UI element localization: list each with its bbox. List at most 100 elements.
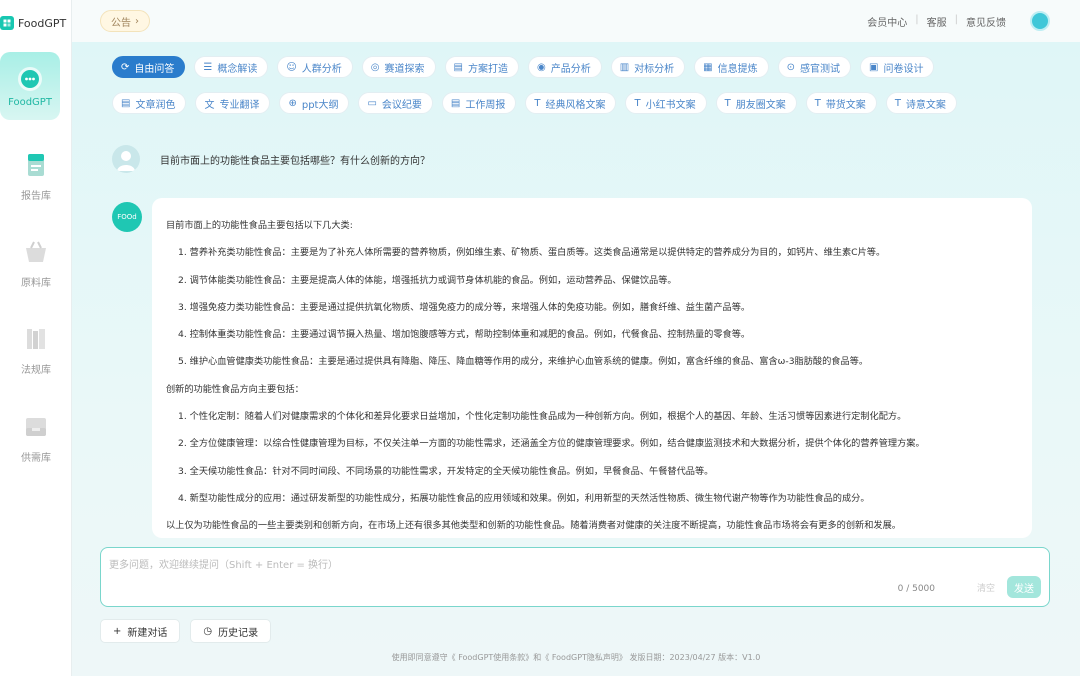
divider: |	[915, 14, 919, 25]
user-avatar[interactable]	[1030, 11, 1050, 31]
char-counter: 0 / 5000	[897, 584, 935, 594]
sidebar-item-ingredients[interactable]: 原料库	[0, 238, 72, 289]
sidebar-item-regulations[interactable]: 法规库	[0, 325, 72, 376]
divider: |	[954, 14, 958, 25]
tab-benchmark[interactable]: ▥ 对标分析	[610, 56, 686, 78]
tab-ppt[interactable]: ⊕ ppt大纲	[279, 92, 350, 114]
sidebar-item-supply[interactable]: 供需库	[0, 413, 72, 464]
sidebar-item-label: 供需库	[21, 453, 51, 464]
compass-icon: ◎	[370, 61, 380, 73]
report-icon: ▤	[450, 97, 461, 109]
people-icon: ☺	[286, 61, 297, 73]
clear-button[interactable]: 清空	[977, 581, 995, 594]
tab-plan[interactable]: ▤ 方案打造	[444, 56, 519, 78]
tab-label: 方案打造	[467, 63, 508, 75]
answer-line: 1. 营养补充类功能性食品：主要是为了补充人体所需要的营养物质，例如维生素、矿物…	[178, 247, 886, 259]
text-icon: T	[634, 97, 641, 109]
tab-label: 感官测试	[800, 63, 841, 75]
form-icon: ▣	[869, 61, 879, 73]
history-button[interactable]: ◷ 历史记录	[190, 619, 272, 643]
tab-polish[interactable]: ▤ 文章润色	[112, 92, 187, 114]
sidebar-item-label: 原料库	[21, 278, 51, 289]
footer-terms[interactable]: 使用即同意遵守《 FoodGPT使用条款》和《 FoodGPT隐私声明》 发版日…	[72, 652, 1080, 663]
message-icon: ▭	[367, 97, 377, 109]
answer-line: 目前市面上的功能性食品主要包括以下几大类:	[166, 220, 353, 231]
tab-label: 自由问答	[134, 63, 175, 75]
sidebar: FoodGPT FoodGPT 报告库 原料库 法规库 供需库	[0, 0, 72, 676]
input-placeholder: 更多问题，欢迎继续提问（Shift + Enter = 换行）	[109, 560, 339, 571]
tab-product[interactable]: ◉ 产品分析	[527, 56, 602, 78]
function-tabs-row-1: ⟳ 自由问答 ☰ 概念解读 ☺ 人群分析 ◎ 赛道探索 ▤ 方案打造 ◉ 产品分析 ▥ 对标分…	[112, 56, 935, 78]
target-icon: ◉	[536, 61, 546, 73]
answer-line: 以上仅为功能性食品的一些主要类别和创新方向，在市场上还有很多其他类型和创新的功能…	[166, 520, 901, 532]
tab-label: 带货文案	[825, 99, 866, 111]
answer-line: 4. 控制体重类功能性食品：主要通过调节摄入热量、增加饱腹感等方式，帮助控制体重…	[178, 329, 751, 341]
tab-track[interactable]: ◎ 赛道探索	[361, 56, 436, 78]
tab-translate[interactable]: 文专业翻译	[195, 92, 271, 114]
notice-button[interactable]: 公告 ›	[100, 10, 150, 32]
chart-icon: ▥	[619, 61, 630, 73]
tab-label: 会议纪要	[381, 99, 422, 111]
globe-icon: ⊕	[288, 97, 297, 109]
tab-classic-copy[interactable]: T 经典风格文案	[525, 92, 617, 114]
tab-label: 人群分析	[301, 63, 342, 75]
tab-label: 朋友圈文案	[735, 99, 786, 111]
tab-concept[interactable]: ☰ 概念解读	[194, 56, 269, 78]
feedback-link[interactable]: 意见反馈	[966, 14, 1006, 29]
button-label: 新建对话	[127, 627, 168, 639]
tab-label: 专业翻译	[219, 99, 260, 111]
grid-icon: ▦	[703, 61, 713, 73]
report-icon	[28, 154, 44, 176]
location-icon: ⊙	[786, 61, 796, 73]
tab-survey[interactable]: ▣ 问卷设计	[860, 56, 935, 78]
send-button[interactable]: 发送	[1007, 576, 1041, 598]
inbox-icon	[26, 418, 46, 436]
tab-label: 文章润色	[135, 99, 176, 111]
new-chat-button[interactable]: + 新建对话	[100, 619, 181, 643]
button-label: 历史记录	[218, 627, 259, 639]
tab-moments-copy[interactable]: T 朋友圈文案	[715, 92, 797, 114]
text-icon: T	[724, 97, 731, 109]
translate-icon: 文	[204, 99, 215, 111]
sidebar-item-label: 法规库	[21, 365, 51, 376]
tab-xhs-copy[interactable]: T 小红书文案	[625, 92, 707, 114]
tab-label: 工作周报	[465, 99, 506, 111]
tab-weekly[interactable]: ▤ 工作周报	[441, 92, 517, 114]
action-buttons: + 新建对话 ◷ 历史记录	[100, 619, 272, 643]
tab-sales-copy[interactable]: T 带货文案	[805, 92, 877, 114]
tab-crowd[interactable]: ☺ 人群分析	[277, 56, 353, 78]
bot-avatar: FOOd	[112, 202, 142, 232]
tab-label: ppt大纲	[301, 99, 339, 111]
function-tabs-row-2: ▤ 文章润色 文专业翻译 ⊕ ppt大纲 ▭ 会议纪要 ▤ 工作周报 T 经典风格文案 T…	[112, 92, 957, 114]
tab-poetic-copy[interactable]: T 诗意文案	[885, 92, 957, 114]
tab-label: 信息提炼	[717, 63, 758, 75]
logo-icon	[0, 16, 14, 30]
basket-icon	[26, 241, 46, 262]
sidebar-item-reports[interactable]: 报告库	[0, 151, 72, 202]
tab-minutes[interactable]: ▭ 会议纪要	[358, 92, 433, 114]
question-input[interactable]: 更多问题，欢迎继续提问（Shift + Enter = 换行） 0 / 5000…	[100, 547, 1050, 607]
clock-icon: ◷	[203, 625, 213, 637]
list-icon: ☰	[203, 61, 213, 73]
tab-label: 小红书文案	[645, 99, 696, 111]
customer-service-link[interactable]: 客服	[927, 14, 947, 29]
sidebar-item-label: 报告库	[21, 191, 51, 202]
answer-line: 3. 增强免疫力类功能性食品：主要是通过提供抗氧化物质、增强免疫力的成分等，来增…	[178, 301, 751, 313]
books-icon	[27, 329, 45, 349]
answer-line: 创新的功能性食品方向主要包括：	[166, 383, 304, 395]
sidebar-item-foodgpt[interactable]: FoodGPT	[0, 52, 60, 120]
answer-line: 4. 新型功能性成分的应用：通过研发新型的功能性成分，拓展功能性食品的应用领域和…	[178, 492, 870, 504]
text-icon: T	[894, 97, 901, 109]
answer-bubble: 目前市面上的功能性食品主要包括以下几大类: 1. 营养补充类功能性食品：主要是为…	[152, 198, 1032, 538]
tab-sensory[interactable]: ⊙ 感官测试	[777, 56, 852, 78]
text-icon: T	[534, 97, 541, 109]
user-question: 目前市面上的功能性食品主要包括哪些？有什么创新的方向？	[160, 156, 430, 167]
tab-label: 产品分析	[550, 63, 591, 75]
answer-line: 1. 个性化定制：随着人们对健康需求的个体化和差异化要求日益增加，个性化定制功能…	[178, 411, 907, 423]
member-center-link[interactable]: 会员中心	[867, 14, 907, 29]
app-logo[interactable]: FoodGPT	[0, 12, 72, 34]
tab-label: 经典风格文案	[545, 99, 606, 111]
main-panel: ⟳ 自由问答 ☰ 概念解读 ☺ 人群分析 ◎ 赛道探索 ▤ 方案打造 ◉ 产品分析 ▥ 对标分…	[72, 42, 1080, 676]
tab-extract[interactable]: ▦ 信息提炼	[694, 56, 769, 78]
tab-free-qa[interactable]: ⟳ 自由问答	[112, 56, 186, 78]
